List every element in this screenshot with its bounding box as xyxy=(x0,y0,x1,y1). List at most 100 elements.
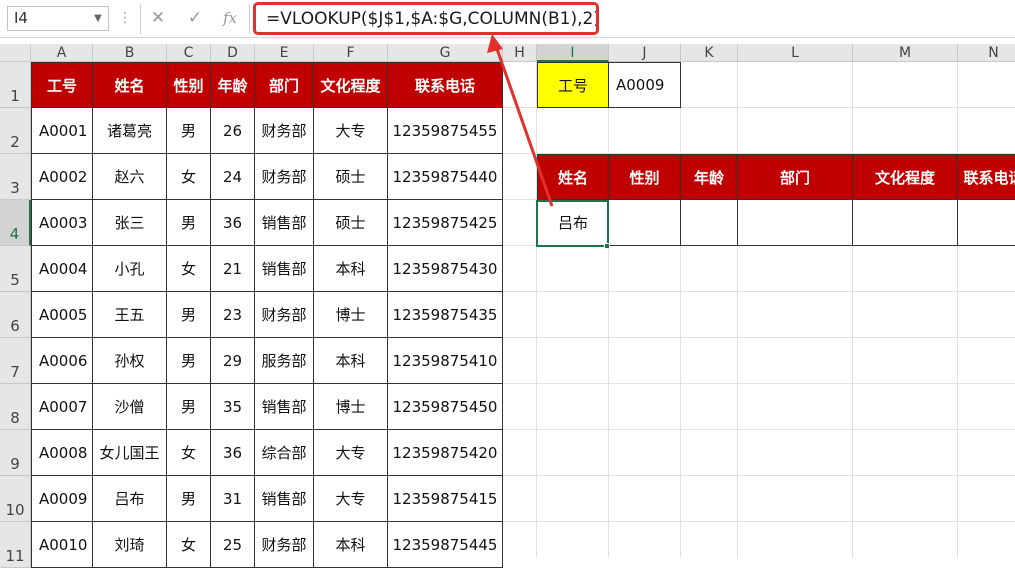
table-cell[interactable]: 女 xyxy=(167,430,211,476)
name-box-dropdown-icon[interactable]: ▼ xyxy=(91,6,105,31)
lookup-header-cell[interactable]: 年龄 xyxy=(681,154,738,200)
table-cell[interactable]: 12359875425 xyxy=(388,200,503,246)
lookup-header-cell[interactable]: 性别 xyxy=(609,154,681,200)
table-cell[interactable]: A0001 xyxy=(31,108,93,154)
table-header-cell[interactable]: 联系电话 xyxy=(388,62,503,108)
table-cell[interactable]: 博士 xyxy=(314,292,388,338)
table-header-cell[interactable]: 性别 xyxy=(167,62,211,108)
table-cell[interactable]: 女儿国王 xyxy=(93,430,167,476)
table-cell[interactable]: 小孔 xyxy=(93,246,167,292)
lookup-result-cell[interactable] xyxy=(958,200,1015,246)
table-cell[interactable]: A0002 xyxy=(31,154,93,200)
table-cell[interactable]: 诸葛亮 xyxy=(93,108,167,154)
table-cell[interactable]: A0007 xyxy=(31,384,93,430)
lookup-header-cell[interactable]: 姓名 xyxy=(537,154,609,200)
table-header-cell[interactable]: 年龄 xyxy=(211,62,255,108)
table-cell[interactable]: 大专 xyxy=(314,108,388,154)
table-header-cell[interactable]: 工号 xyxy=(31,62,93,108)
row-header-4[interactable]: 4 xyxy=(0,200,31,246)
table-cell[interactable]: 23 xyxy=(211,292,255,338)
table-cell[interactable]: 男 xyxy=(167,292,211,338)
table-cell[interactable]: 销售部 xyxy=(255,246,314,292)
fill-handle[interactable] xyxy=(604,243,610,249)
table-cell[interactable]: A0008 xyxy=(31,430,93,476)
lookup-header-cell[interactable]: 文化程度 xyxy=(853,154,958,200)
enter-icon[interactable]: ✓ xyxy=(180,6,210,31)
table-cell[interactable]: 财务部 xyxy=(255,154,314,200)
table-cell[interactable]: 财务部 xyxy=(255,108,314,154)
table-header-cell[interactable]: 文化程度 xyxy=(314,62,388,108)
row-header-6[interactable]: 6 xyxy=(0,292,31,338)
table-cell[interactable]: 12359875455 xyxy=(388,108,503,154)
column-header-k[interactable]: K xyxy=(681,44,738,62)
table-cell[interactable]: 男 xyxy=(167,108,211,154)
table-cell[interactable]: 男 xyxy=(167,384,211,430)
table-cell[interactable]: A0010 xyxy=(31,522,93,568)
table-cell[interactable]: 21 xyxy=(211,246,255,292)
table-cell[interactable]: 25 xyxy=(211,522,255,568)
table-cell[interactable]: 销售部 xyxy=(255,384,314,430)
row-header-9[interactable]: 9 xyxy=(0,430,31,476)
table-cell[interactable]: 男 xyxy=(167,476,211,522)
insert-function-icon[interactable]: fx xyxy=(215,6,245,31)
table-cell[interactable]: 综合部 xyxy=(255,430,314,476)
row-header-10[interactable]: 10 xyxy=(0,476,31,522)
row-header-7[interactable]: 7 xyxy=(0,338,31,384)
lookup-header-cell[interactable]: 部门 xyxy=(738,154,853,200)
table-cell[interactable]: A0009 xyxy=(31,476,93,522)
table-cell[interactable]: A0004 xyxy=(31,246,93,292)
column-header-i[interactable]: I xyxy=(537,44,609,62)
table-cell[interactable]: 本科 xyxy=(314,246,388,292)
table-cell[interactable]: 24 xyxy=(211,154,255,200)
table-cell[interactable]: 财务部 xyxy=(255,522,314,568)
table-cell[interactable]: A0006 xyxy=(31,338,93,384)
table-cell[interactable]: 沙僧 xyxy=(93,384,167,430)
column-header-h[interactable]: H xyxy=(503,44,537,62)
table-cell[interactable]: 29 xyxy=(211,338,255,384)
table-cell[interactable]: 硕士 xyxy=(314,154,388,200)
table-cell[interactable]: 12359875430 xyxy=(388,246,503,292)
lookup-result-cell[interactable] xyxy=(853,200,958,246)
column-header-a[interactable]: A xyxy=(31,44,93,62)
lookup-key-label[interactable]: 工号 xyxy=(537,62,609,108)
table-cell[interactable]: 本科 xyxy=(314,522,388,568)
table-header-cell[interactable]: 部门 xyxy=(255,62,314,108)
table-cell[interactable]: 男 xyxy=(167,338,211,384)
table-cell[interactable]: 博士 xyxy=(314,384,388,430)
column-header-n[interactable]: N xyxy=(958,44,1015,62)
table-header-cell[interactable]: 姓名 xyxy=(93,62,167,108)
table-cell[interactable]: 12359875440 xyxy=(388,154,503,200)
column-header-c[interactable]: C xyxy=(167,44,211,62)
table-cell[interactable]: 王五 xyxy=(93,292,167,338)
table-cell[interactable]: 26 xyxy=(211,108,255,154)
column-header-e[interactable]: E xyxy=(255,44,314,62)
table-cell[interactable]: 张三 xyxy=(93,200,167,246)
table-cell[interactable]: 女 xyxy=(167,246,211,292)
table-cell[interactable]: A0003 xyxy=(31,200,93,246)
table-cell[interactable]: 女 xyxy=(167,522,211,568)
table-cell[interactable]: 销售部 xyxy=(255,476,314,522)
table-cell[interactable]: 吕布 xyxy=(93,476,167,522)
table-cell[interactable]: 12359875450 xyxy=(388,384,503,430)
lookup-result-cell[interactable] xyxy=(681,200,738,246)
table-cell[interactable]: 12359875445 xyxy=(388,522,503,568)
row-header-11[interactable]: 11 xyxy=(0,522,31,568)
column-header-m[interactable]: M xyxy=(853,44,958,62)
row-header-8[interactable]: 8 xyxy=(0,384,31,430)
table-cell[interactable]: 35 xyxy=(211,384,255,430)
table-cell[interactable]: 12359875410 xyxy=(388,338,503,384)
lookup-key-value[interactable]: A0009 xyxy=(609,62,681,108)
table-cell[interactable]: 销售部 xyxy=(255,200,314,246)
table-cell[interactable]: 服务部 xyxy=(255,338,314,384)
table-cell[interactable]: 女 xyxy=(167,154,211,200)
table-cell[interactable]: 大专 xyxy=(314,430,388,476)
table-cell[interactable]: 大专 xyxy=(314,476,388,522)
table-cell[interactable]: 本科 xyxy=(314,338,388,384)
cancel-icon[interactable]: ✕ xyxy=(143,6,173,31)
row-header-5[interactable]: 5 xyxy=(0,246,31,292)
table-cell[interactable]: 31 xyxy=(211,476,255,522)
lookup-result-cell[interactable] xyxy=(609,200,681,246)
table-cell[interactable]: 赵六 xyxy=(93,154,167,200)
select-all-corner[interactable] xyxy=(0,44,31,62)
row-header-1[interactable]: 1 xyxy=(0,62,31,108)
